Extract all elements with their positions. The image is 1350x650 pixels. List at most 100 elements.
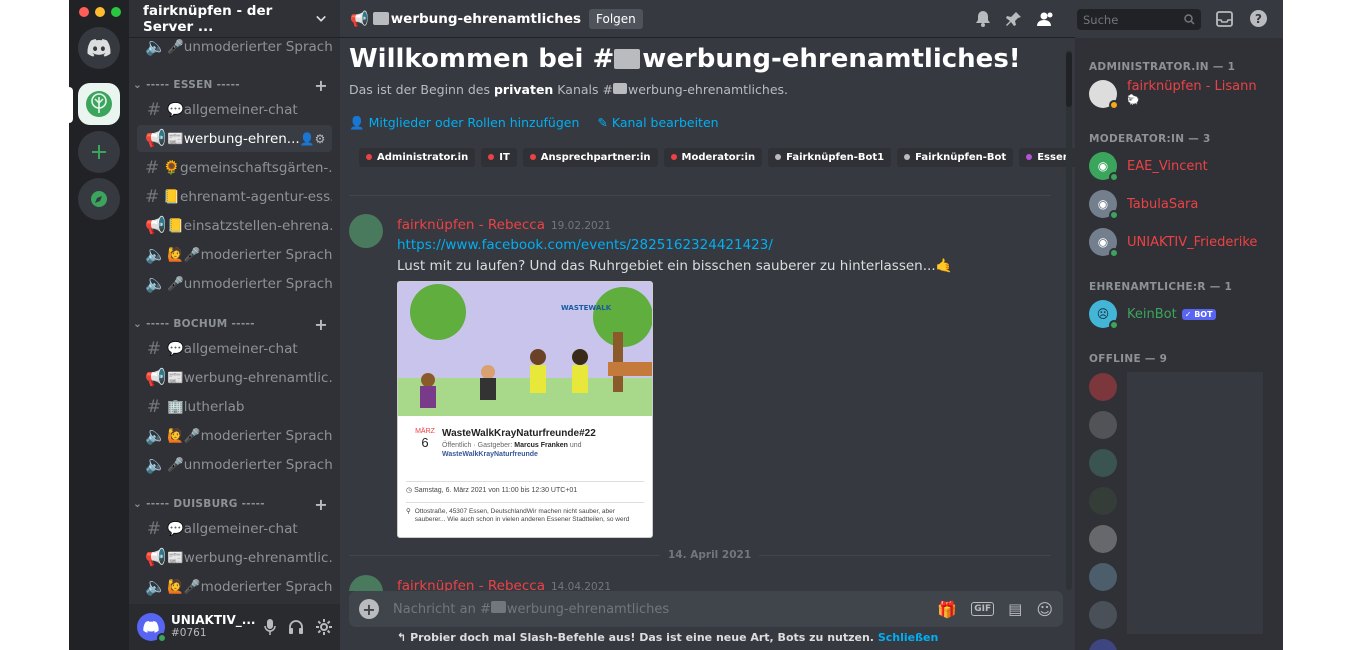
attach-plus-icon[interactable]: + [359, 599, 379, 619]
category-essen[interactable]: ⌄ ----- ESSEN ----- + [133, 76, 336, 95]
channel-item[interactable]: # 💬allgemeiner-chat [137, 96, 332, 123]
chat-scrollbar[interactable] [1066, 50, 1072, 590]
category-bochum[interactable]: ⌄ ----- BOCHUM ----- + [133, 315, 336, 334]
settings-gear-icon[interactable] [316, 619, 332, 635]
wastewalk-illustration: WASTEWALK [398, 282, 652, 416]
search-placeholder: Suche [1083, 12, 1119, 27]
member-item[interactable]: ◉ UNIAKTIV_Friederike [1089, 226, 1257, 258]
role-label: Fairknüpfen-Bot1 [786, 151, 885, 163]
voice-channel[interactable]: 🔈 🎤unmoderierter Sprach... [137, 451, 332, 478]
channel-item[interactable]: 📢 📒einsatzstellen-ehrena... [137, 212, 332, 239]
follow-button[interactable]: Folgen [589, 8, 643, 29]
message-author[interactable]: fairknüpfen - Rebecca [397, 217, 545, 233]
channel-label: 📰werbung-ehren... [167, 130, 300, 147]
hash-icon: # [145, 186, 160, 207]
member-item[interactable]: fairknüpfen - Lisann 🐑 [1089, 78, 1257, 110]
channel-label: 🙋🎤moderierter Sprach... [167, 578, 332, 595]
chevron-down-icon [316, 15, 326, 22]
role-pill[interactable]: Ansprechpartner:in [522, 147, 658, 167]
invite-and-settings-icons[interactable]: 👤⚙ [300, 132, 326, 146]
add-channel-icon[interactable]: + [314, 76, 328, 95]
channel-item[interactable]: 📢 📰werbung-ehrenamtlic... [137, 544, 332, 571]
message-input[interactable]: Nachricht an # werbung-ehrenamtliches [393, 601, 669, 617]
member-name: fairknüpfen - Lisann [1127, 79, 1257, 94]
search-input[interactable]: Suche [1077, 9, 1201, 30]
channel-item-selected[interactable]: 📢 📰werbung-ehren... 👤⚙ [137, 125, 332, 152]
member-item[interactable]: ◉ EAE_Vincent [1089, 150, 1208, 182]
voice-channel[interactable]: 🔈 🙋🎤moderierter Sprach... [137, 573, 332, 600]
category-duisburg[interactable]: ⌄ ----- DUISBURG ----- + [133, 495, 336, 514]
emoji-icon[interactable]: ☺ [1036, 600, 1053, 619]
sticker-icon[interactable]: ▤ [1008, 600, 1022, 618]
edit-channel-link[interactable]: ✎ Kanal bearbeiten [597, 115, 718, 131]
role-pill[interactable]: Fairknüpfen-Bot [897, 147, 1014, 167]
add-server-button[interactable] [78, 131, 120, 173]
location-pin-icon: ⚲ [406, 508, 411, 515]
scrollbar-thumb[interactable] [1066, 52, 1072, 107]
avatar[interactable] [349, 214, 383, 248]
channel-item[interactable]: 📢 📰werbung-ehrenamtlic... [137, 364, 332, 391]
minimize-window-button[interactable] [95, 7, 105, 17]
role-color-dot [775, 154, 782, 160]
member-list-icon[interactable] [1037, 11, 1055, 27]
hash-icon: # [146, 396, 162, 417]
channel-item[interactable]: # 📒ehrenamt-agentur-ess... [137, 183, 332, 210]
dismiss-hint-link[interactable]: Schließen [878, 631, 938, 644]
pin-icon[interactable] [1006, 11, 1022, 27]
avatar[interactable] [1089, 487, 1117, 515]
avatar[interactable] [1089, 563, 1117, 591]
avatar[interactable] [349, 575, 383, 591]
event-details: MÄRZ 6 WasteWalkKrayNaturfreunde#22 Öffe… [398, 420, 652, 467]
close-window-button[interactable] [79, 7, 89, 17]
welcome-title: Willkommen bei # werbung-ehrenamtliches! [349, 44, 1049, 74]
member-item[interactable]: ◉ TabulaSara [1089, 188, 1198, 220]
role-color-dot [366, 154, 372, 160]
gif-button[interactable]: GIF [971, 602, 995, 616]
member-item[interactable]: ☹ KeinBot ✓ BOT [1089, 298, 1216, 330]
composer-placeholder-channel: werbung-ehrenamtliches [506, 602, 670, 617]
voice-channel[interactable]: 🔈 🙋🎤moderierter Sprach... [137, 241, 332, 268]
avatar[interactable] [1089, 411, 1117, 439]
message-author[interactable]: fairknüpfen - Rebecca [397, 578, 545, 591]
headphones-icon[interactable] [288, 619, 304, 635]
avatar[interactable] [1089, 639, 1117, 650]
welcome-title-prefix: Willkommen bei # [349, 44, 615, 74]
avatar[interactable] [137, 613, 167, 643]
help-icon[interactable]: ? [1250, 10, 1267, 27]
inbox-icon[interactable] [1216, 11, 1233, 27]
voice-channel[interactable]: 🔈 🎤unmoderierter Sprach... [137, 33, 332, 60]
compass-icon [91, 191, 107, 207]
microphone-icon[interactable] [264, 619, 276, 635]
role-pill[interactable]: Moderator:in [663, 147, 763, 167]
channel-label: 🎤unmoderierter Sprach... [167, 38, 332, 55]
home-button[interactable] [78, 27, 120, 69]
message-link[interactable]: https://www.facebook.com/events/28251623… [397, 237, 1049, 253]
avatar[interactable] [1089, 373, 1117, 401]
zoom-window-button[interactable] [111, 7, 121, 17]
role-pill[interactable]: IT [481, 147, 517, 167]
event-embed[interactable]: WASTEWALK MÄRZ 6 WasteWalkKrayNaturfreun… [397, 281, 653, 538]
add-channel-icon[interactable]: + [314, 495, 328, 514]
role-pill[interactable]: Administrator.in [359, 147, 476, 167]
discord-window: fairknüpfen - der Server ... 🔈 🎤unmoderi… [69, 0, 1283, 650]
avatar[interactable] [1089, 525, 1117, 553]
gift-icon[interactable]: 🎁 [937, 600, 957, 619]
channel-item[interactable]: # 🏢lutherlab [137, 393, 332, 420]
channel-label: 📒einsatzstellen-ehrena... [167, 217, 332, 234]
server-fairknuepfen[interactable] [78, 83, 120, 125]
welcome-title-channel: werbung-ehrenamtliches! [642, 44, 1021, 74]
avatar[interactable] [1089, 601, 1117, 629]
voice-channel[interactable]: 🔈 🙋🎤moderierter Sprach... [137, 422, 332, 449]
add-channel-icon[interactable]: + [314, 315, 328, 334]
channel-item[interactable]: # 💬allgemeiner-chat [137, 335, 332, 362]
add-members-link[interactable]: 👤 Mitglieder oder Rollen hinzufügen [349, 115, 579, 131]
channel-item[interactable]: # 💬allgemeiner-chat [137, 515, 332, 542]
bell-icon[interactable] [975, 10, 991, 27]
explore-servers-button[interactable] [78, 178, 120, 220]
voice-channel[interactable]: 🔈 🎤unmoderierter Sprach... [137, 270, 332, 297]
channel-item[interactable]: # 🌻gemeinschaftsgärten-... [137, 154, 332, 181]
tree-logo-icon [86, 91, 112, 117]
avatar[interactable] [1089, 449, 1117, 477]
role-pill[interactable]: Fairknüpfen-Bot1 [768, 147, 892, 167]
announcement-icon: 📢 [145, 547, 167, 568]
